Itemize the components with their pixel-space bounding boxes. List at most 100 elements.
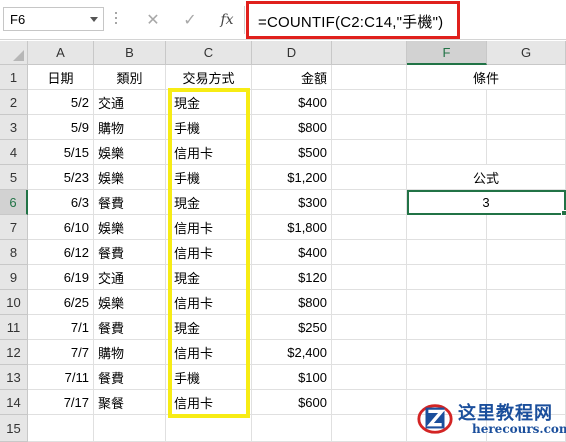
cell-a15[interactable] xyxy=(28,415,94,442)
payment-cell[interactable]: 手機 xyxy=(166,165,252,190)
date-cell[interactable]: 7/1 xyxy=(28,315,94,340)
header-payment[interactable]: 交易方式 xyxy=(166,65,252,90)
select-all-corner[interactable] xyxy=(0,41,28,65)
row-header-2[interactable]: 2 xyxy=(0,90,28,115)
date-cell[interactable]: 6/25 xyxy=(28,290,94,315)
drag-handle-icon[interactable] xyxy=(114,12,118,28)
row-header-9[interactable]: 9 xyxy=(0,265,28,290)
category-cell[interactable]: 購物 xyxy=(94,115,166,140)
category-cell[interactable]: 餐費 xyxy=(94,365,166,390)
column-header-e[interactable] xyxy=(332,41,407,65)
row-header-12[interactable]: 12 xyxy=(0,340,28,365)
category-cell[interactable]: 餐費 xyxy=(94,190,166,215)
cell-e13[interactable] xyxy=(332,365,407,390)
cell-g8[interactable] xyxy=(487,240,566,265)
row-header-13[interactable]: 13 xyxy=(0,365,28,390)
cell-d15[interactable] xyxy=(252,415,332,442)
row-header-15[interactable]: 15 xyxy=(0,415,28,442)
payment-cell[interactable]: 信用卡 xyxy=(166,215,252,240)
fill-handle[interactable] xyxy=(561,210,566,216)
cell-e6[interactable] xyxy=(332,190,407,215)
formula-label[interactable]: 公式 xyxy=(407,165,566,190)
date-cell[interactable]: 6/12 xyxy=(28,240,94,265)
payment-cell[interactable]: 現金 xyxy=(166,190,252,215)
header-date[interactable]: 日期 xyxy=(28,65,94,90)
payment-cell[interactable]: 信用卡 xyxy=(166,390,252,415)
cell-f3[interactable] xyxy=(407,115,487,140)
cell-e7[interactable] xyxy=(332,215,407,240)
date-cell[interactable]: 6/3 xyxy=(28,190,94,215)
column-header-g[interactable]: G xyxy=(487,41,566,65)
category-cell[interactable]: 娛樂 xyxy=(94,140,166,165)
payment-cell[interactable]: 現金 xyxy=(166,315,252,340)
row-header-4[interactable]: 4 xyxy=(0,140,28,165)
column-header-f[interactable]: F xyxy=(407,41,487,65)
payment-cell[interactable]: 現金 xyxy=(166,90,252,115)
header-category[interactable]: 類別 xyxy=(94,65,166,90)
amount-cell[interactable]: $1,800 xyxy=(252,215,332,240)
category-cell[interactable]: 交通 xyxy=(94,90,166,115)
amount-cell[interactable]: $2,400 xyxy=(252,340,332,365)
category-cell[interactable]: 娛樂 xyxy=(94,165,166,190)
amount-cell[interactable]: $250 xyxy=(252,315,332,340)
date-cell[interactable]: 5/23 xyxy=(28,165,94,190)
cell-f10[interactable] xyxy=(407,290,487,315)
date-cell[interactable]: 5/2 xyxy=(28,90,94,115)
payment-cell[interactable]: 信用卡 xyxy=(166,290,252,315)
amount-cell[interactable]: $100 xyxy=(252,365,332,390)
cell-f8[interactable] xyxy=(407,240,487,265)
amount-cell[interactable]: $400 xyxy=(252,90,332,115)
row-header-10[interactable]: 10 xyxy=(0,290,28,315)
cell-f7[interactable] xyxy=(407,215,487,240)
category-cell[interactable]: 娛樂 xyxy=(94,215,166,240)
cell-f12[interactable] xyxy=(407,340,487,365)
chevron-down-icon[interactable] xyxy=(90,17,98,22)
cell-f2[interactable] xyxy=(407,90,487,115)
row-header-5[interactable]: 5 xyxy=(0,165,28,190)
amount-cell[interactable]: $800 xyxy=(252,290,332,315)
check-icon[interactable]: ✓ xyxy=(176,8,204,32)
category-cell[interactable]: 交通 xyxy=(94,265,166,290)
payment-cell[interactable]: 信用卡 xyxy=(166,240,252,265)
condition-label[interactable]: 條件 xyxy=(407,65,566,90)
date-cell[interactable]: 5/9 xyxy=(28,115,94,140)
column-header-a[interactable]: A xyxy=(28,41,94,65)
date-cell[interactable]: 7/11 xyxy=(28,365,94,390)
payment-cell[interactable]: 信用卡 xyxy=(166,340,252,365)
cell-e2[interactable] xyxy=(332,90,407,115)
fx-icon[interactable]: fx xyxy=(213,8,241,32)
payment-cell[interactable]: 信用卡 xyxy=(166,140,252,165)
row-header-7[interactable]: 7 xyxy=(0,215,28,240)
header-amount[interactable]: 金額 xyxy=(252,65,332,90)
category-cell[interactable]: 餐費 xyxy=(94,240,166,265)
cell-f4[interactable] xyxy=(407,140,487,165)
amount-cell[interactable]: $300 xyxy=(252,190,332,215)
cell-e10[interactable] xyxy=(332,290,407,315)
cell-f11[interactable] xyxy=(407,315,487,340)
amount-cell[interactable]: $400 xyxy=(252,240,332,265)
cell-e8[interactable] xyxy=(332,240,407,265)
category-cell[interactable]: 餐費 xyxy=(94,315,166,340)
cell-b15[interactable] xyxy=(94,415,166,442)
cell-e1[interactable] xyxy=(332,65,407,90)
cell-e15[interactable] xyxy=(332,415,407,442)
payment-cell[interactable]: 現金 xyxy=(166,265,252,290)
cell-g12[interactable] xyxy=(487,340,566,365)
category-cell[interactable]: 購物 xyxy=(94,340,166,365)
close-icon[interactable]: ✕ xyxy=(139,8,167,32)
result-cell[interactable]: 3 xyxy=(407,190,566,215)
cell-c15[interactable] xyxy=(166,415,252,442)
cell-f13[interactable] xyxy=(407,365,487,390)
column-header-d[interactable]: D xyxy=(252,41,332,65)
row-header-1[interactable]: 1 xyxy=(0,65,28,90)
cell-e9[interactable] xyxy=(332,265,407,290)
date-cell[interactable]: 5/15 xyxy=(28,140,94,165)
cell-g2[interactable] xyxy=(487,90,566,115)
payment-cell[interactable]: 手機 xyxy=(166,365,252,390)
cell-e4[interactable] xyxy=(332,140,407,165)
cell-g7[interactable] xyxy=(487,215,566,240)
row-header-14[interactable]: 14 xyxy=(0,390,28,415)
category-cell[interactable]: 聚餐 xyxy=(94,390,166,415)
cell-g13[interactable] xyxy=(487,365,566,390)
cell-e5[interactable] xyxy=(332,165,407,190)
